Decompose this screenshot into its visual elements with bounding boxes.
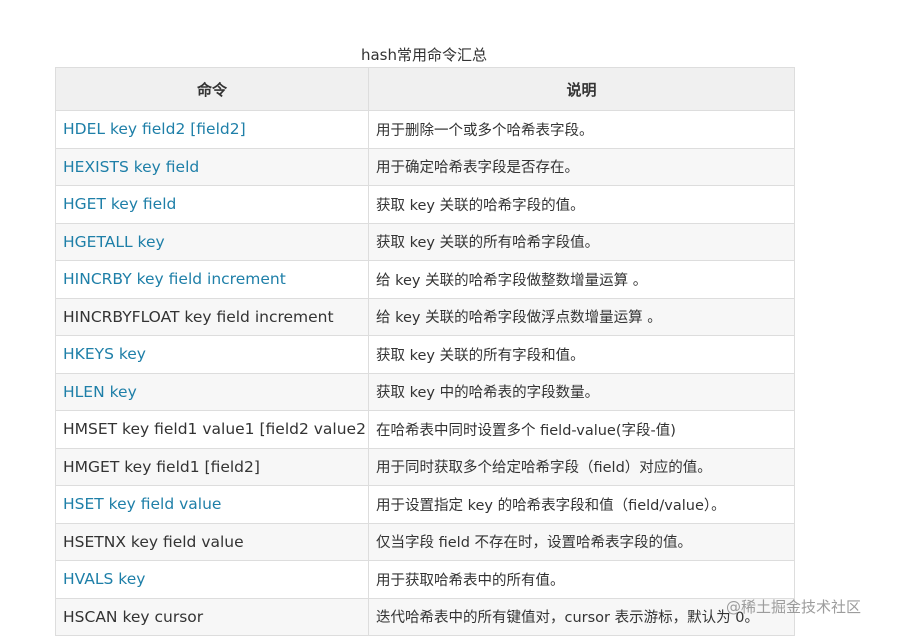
table-row: HMSET key field1 value1 [field2 value2 ]… [55, 410, 795, 449]
description-cell: 仅当字段 field 不存在时，设置哈希表字段的值。 [368, 522, 795, 561]
table-row: HEXISTS key field 用于确定哈希表字段是否存在。 [55, 147, 795, 186]
description-cell: 用于确定哈希表字段是否存在。 [368, 147, 795, 186]
command-cell: HINCRBYFLOAT key field increment [55, 297, 369, 336]
command-link[interactable]: HKEYS key [63, 345, 146, 363]
command-cell: HKEYS key [55, 335, 369, 374]
description-cell: 在哈希表中同时设置多个 field-value(字段-值) [368, 410, 795, 449]
command-text: HMSET key field1 value1 [field2 value2 ] [63, 420, 369, 439]
table-row: HSETNX key field value 仅当字段 field 不存在时，设置… [55, 522, 795, 561]
command-cell: HSCAN key cursor [55, 597, 369, 636]
command-cell: HINCRBY key field increment [55, 260, 369, 299]
table-row: HMGET key field1 [field2] 用于同时获取多个给定哈希字段（… [55, 447, 795, 486]
table-row: HKEYS key 获取 key 关联的所有字段和值。 [55, 335, 795, 374]
command-text: HINCRBYFLOAT key field increment [63, 307, 334, 326]
description-cell: 给 key 关联的哈希字段做浮点数增量运算 。 [368, 297, 795, 336]
table-row: HSCAN key cursor 迭代哈希表中的所有键值对，cursor 表示游标… [55, 597, 795, 636]
description-cell: 获取 key 关联的所有字段和值。 [368, 335, 795, 374]
table-row: HLEN key 获取 key 中的哈希表的字段数量。 [55, 372, 795, 411]
table-row: HINCRBY key field increment 给 key 关联的哈希字段… [55, 260, 795, 299]
command-cell: HGET key field [55, 185, 369, 224]
command-link[interactable]: HEXISTS key field [63, 158, 199, 176]
command-cell: HMSET key field1 value1 [field2 value2 ] [55, 410, 369, 449]
header-command: 命令 [55, 67, 369, 111]
command-cell: HMGET key field1 [field2] [55, 447, 369, 486]
command-text: HMGET key field1 [field2] [63, 457, 260, 476]
description-cell: 给 key 关联的哈希字段做整数增量运算 。 [368, 260, 795, 299]
table-row: HDEL key field2 [field2] 用于删除一个或多个哈希表字段。 [55, 110, 795, 149]
table-row: HGET key field 获取 key 关联的哈希字段的值。 [55, 185, 795, 224]
description-cell: 用于获取哈希表中的所有值。 [368, 560, 795, 599]
command-cell: HGETALL key [55, 222, 369, 261]
table-row: HINCRBYFLOAT key field increment 给 key 关联… [55, 297, 795, 336]
header-description: 说明 [368, 67, 795, 111]
watermark: @稀土掘金技术社区 [726, 598, 862, 616]
description-cell: 用于删除一个或多个哈希表字段。 [368, 110, 795, 149]
command-link[interactable]: HSET key field value [63, 495, 221, 513]
description-cell: 获取 key 关联的哈希字段的值。 [368, 185, 795, 224]
table-row: HGETALL key 获取 key 关联的所有哈希字段值。 [55, 222, 795, 261]
hash-commands-table: 命令 说明 HDEL key field2 [field2] 用于删除一个或多个哈… [55, 67, 795, 636]
description-cell: 获取 key 中的哈希表的字段数量。 [368, 372, 795, 411]
command-link[interactable]: HGET key field [63, 195, 176, 213]
table-row: HVALS key 用于获取哈希表中的所有值。 [55, 560, 795, 599]
command-cell: HDEL key field2 [field2] [55, 110, 369, 149]
description-cell: 获取 key 关联的所有哈希字段值。 [368, 222, 795, 261]
command-link[interactable]: HGETALL key [63, 233, 165, 251]
command-link[interactable]: HDEL key field2 [field2] [63, 120, 246, 138]
command-cell: HSETNX key field value [55, 522, 369, 561]
command-link[interactable]: HVALS key [63, 570, 145, 588]
command-cell: HEXISTS key field [55, 147, 369, 186]
command-text: HSCAN key cursor [63, 607, 204, 626]
command-text: HSETNX key field value [63, 532, 244, 551]
description-cell: 用于设置指定 key 的哈希表字段和值（field/value）。 [368, 485, 795, 524]
table-caption: hash常用命令汇总 [360, 46, 488, 64]
table-header-row: 命令 说明 [55, 67, 795, 111]
description-cell: 用于同时获取多个给定哈希字段（field）对应的值。 [368, 447, 795, 486]
command-cell: HLEN key [55, 372, 369, 411]
command-cell: HVALS key [55, 560, 369, 599]
table-row: HSET key field value 用于设置指定 key 的哈希表字段和值（… [55, 485, 795, 524]
command-cell: HSET key field value [55, 485, 369, 524]
command-link[interactable]: HINCRBY key field increment [63, 270, 286, 288]
command-link[interactable]: HLEN key [63, 383, 137, 401]
